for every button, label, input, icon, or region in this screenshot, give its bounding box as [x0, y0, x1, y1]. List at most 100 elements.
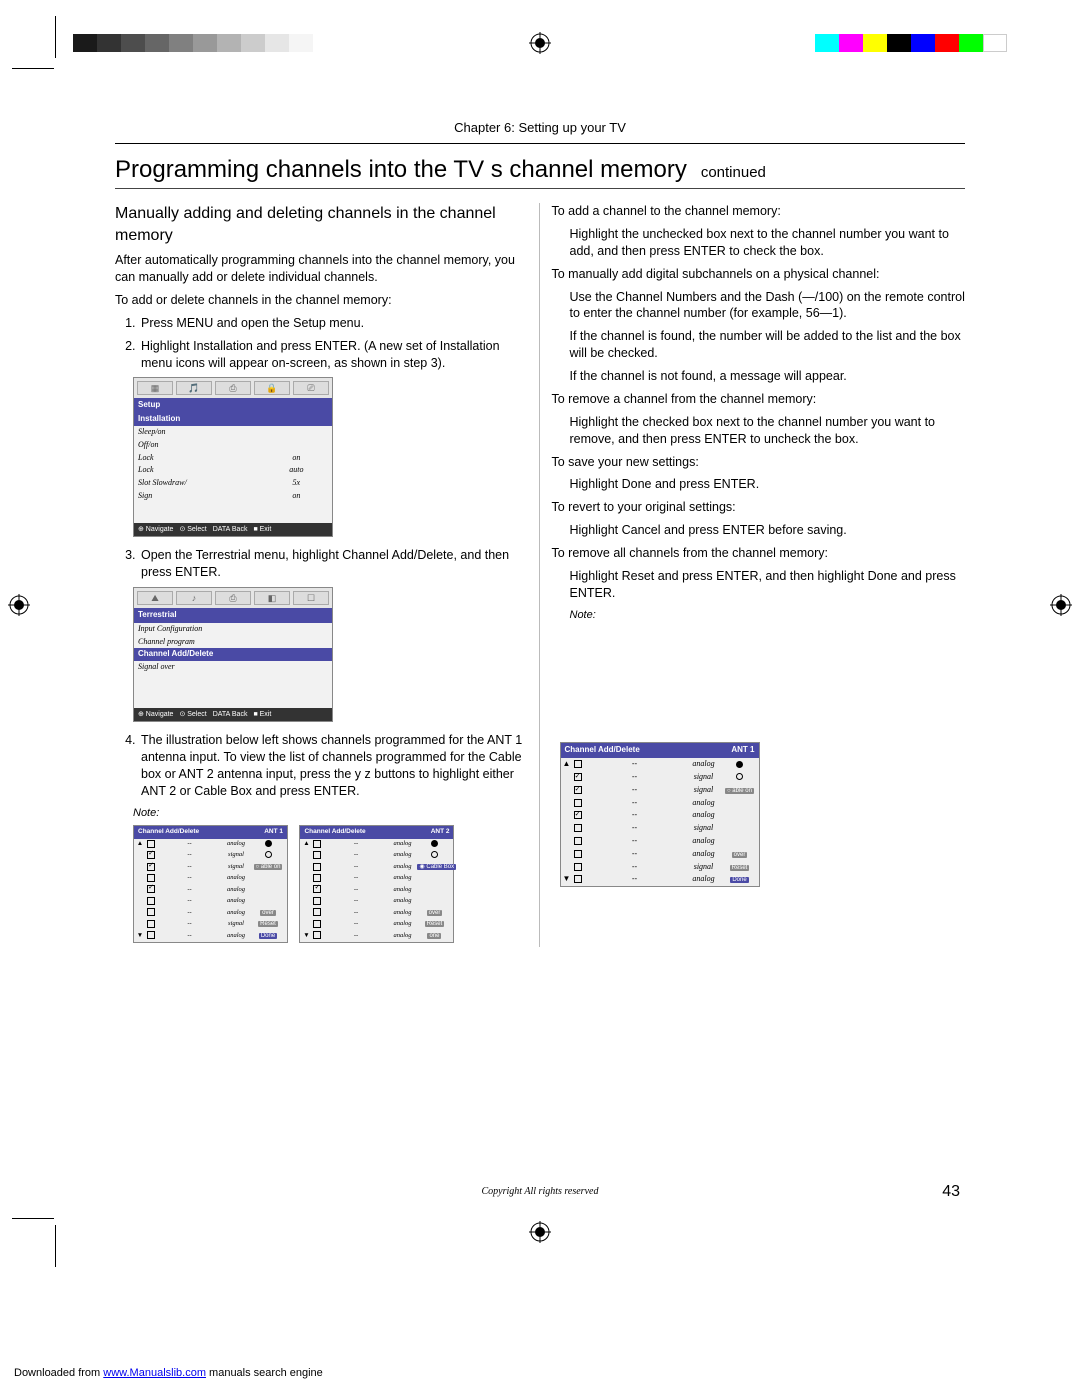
table-row: --analogover — [561, 848, 759, 861]
right-column: To add a channel to the channel memory: … — [552, 203, 966, 947]
setup-menu-screenshot: ▦🎵⎙🔒⎚ Setup InstallationSleep/onOff/on Lo… — [133, 377, 333, 537]
table-row: --signalReset — [561, 861, 759, 874]
paragraph: Highlight the unchecked box next to the … — [552, 226, 966, 260]
menu-row: Off/on — [134, 439, 332, 452]
registration-mark-icon — [1050, 594, 1072, 616]
copyright-text: Copyright All rights reserved — [0, 1186, 1080, 1197]
table-row: --analog — [561, 809, 759, 822]
menu-row: Installation — [134, 413, 332, 426]
channel-table-ant2: Channel Add/DeleteANT 2 ▲--analog--analo… — [299, 825, 454, 943]
menu-header: Setup — [134, 398, 332, 413]
step-item: Open the Terrestrial menu, highlight Cha… — [139, 547, 529, 581]
registration-mark-icon — [8, 594, 30, 616]
crop-mark — [12, 1218, 54, 1219]
paragraph: To remove a channel from the channel mem… — [552, 391, 966, 408]
table-row: --analog — [300, 884, 453, 895]
table-row: --analog — [300, 850, 453, 861]
page-number: 43 — [942, 1183, 960, 1201]
menu-row: Signal over — [134, 661, 332, 674]
table-row: --analog◉ Cable Box — [300, 862, 453, 873]
step-item: Highlight Installation and press ENTER. … — [139, 338, 529, 372]
paragraph: Highlight Reset and press ENTER, and the… — [552, 568, 966, 602]
channel-table-big: Channel Add/DeleteANT 1 ▲--analog--signa… — [560, 742, 760, 887]
registration-mark-icon — [529, 32, 551, 54]
menu-row: Sleep/on — [134, 426, 332, 439]
menu-row: Slot Slowdraw/5x — [134, 477, 332, 490]
table-row: --signal○ able on — [134, 862, 287, 873]
table-row: --analog — [561, 797, 759, 810]
table-row: --signal○ able on — [561, 784, 759, 797]
table-row: ▲--analog — [134, 839, 287, 850]
tab-icon: ⎙ — [215, 381, 251, 395]
crop-mark — [12, 68, 54, 69]
table-row: --analog — [134, 896, 287, 907]
paragraph: Use the Channel Numbers and the Dash (—/… — [552, 289, 966, 323]
menu-footer: ⊕ Navigate⊙ SelectDATA Back■ Exit — [134, 523, 332, 536]
download-source: Downloaded from www.Manualslib.com manua… — [14, 1367, 323, 1379]
color-calibration-bar-grayscale — [73, 34, 313, 52]
paragraph: Highlight Done and press ENTER. — [552, 476, 966, 493]
table-row: --analogover — [300, 907, 453, 918]
tab-icon: ⎙ — [215, 591, 251, 605]
divider — [115, 188, 965, 189]
paragraph: If the channel is not found, a message w… — [552, 368, 966, 385]
tab-icon: ☐ — [293, 591, 329, 605]
section-heading: Manually adding and deleting channels in… — [115, 203, 529, 246]
table-row: ▲--analog — [561, 758, 759, 771]
table-row: --analog — [300, 896, 453, 907]
paragraph: To add or delete channels in the channel… — [115, 292, 529, 309]
channel-table-ant1: Channel Add/DeleteANT 1 ▲--analog--signa… — [133, 825, 288, 943]
table-row: ▼--analogDone — [134, 930, 287, 941]
menu-header: Terrestrial — [134, 608, 332, 623]
paragraph: To remove all channels from the channel … — [552, 545, 966, 562]
terrestrial-menu-screenshot: ⛰♪⎙◧☐ Terrestrial Input ConfigurationCha… — [133, 587, 333, 722]
table-row: ▼--analogone — [300, 930, 453, 941]
tab-icon: ⎚ — [293, 381, 329, 395]
tab-icon: ▦ — [137, 381, 173, 395]
paragraph: To add a channel to the channel memory: — [552, 203, 966, 220]
tab-icon: ♪ — [176, 591, 212, 605]
table-row: --analog — [134, 884, 287, 895]
paragraph: After automatically programming channels… — [115, 252, 529, 286]
crop-mark — [55, 16, 56, 58]
table-row: --signalReset — [134, 919, 287, 930]
step-item: Press MENU and open the Setup menu. — [139, 315, 529, 332]
table-row: --analog — [134, 873, 287, 884]
table-row: --signal — [561, 771, 759, 784]
menu-row: Channel program — [134, 636, 332, 649]
paragraph: If the channel is found, the number will… — [552, 328, 966, 362]
paragraph: To save your new settings: — [552, 454, 966, 471]
table-row: --analogover — [134, 907, 287, 918]
table-row: --signal — [134, 850, 287, 861]
table-row: --signal — [561, 822, 759, 835]
menu-row: Signon — [134, 490, 332, 503]
note-label: Note: — [115, 806, 529, 821]
table-row: --analog — [300, 873, 453, 884]
table-row: --analogReset — [300, 919, 453, 930]
tab-icon: ◧ — [254, 591, 290, 605]
page-title: Programming channels into the TV s chann… — [115, 156, 965, 184]
manualslib-link[interactable]: www.Manualslib.com — [103, 1367, 206, 1379]
step-item: The illustration below left shows channe… — [139, 732, 529, 800]
registration-mark-icon — [529, 1221, 551, 1243]
table-row: ▼--analogDone — [561, 873, 759, 886]
menu-row: Lockauto — [134, 464, 332, 477]
paragraph: To manually add digital subchannels on a… — [552, 266, 966, 283]
menu-row: Channel Add/Delete — [134, 648, 332, 661]
table-row: --analog — [561, 835, 759, 848]
note-label: Note: — [552, 608, 966, 623]
paragraph: Highlight the checked box next to the ch… — [552, 414, 966, 448]
paragraph: Highlight Cancel and press ENTER before … — [552, 522, 966, 539]
table-row: ▲--analog — [300, 839, 453, 850]
tab-icon: 🎵 — [176, 381, 212, 395]
divider — [115, 143, 965, 144]
left-column: Manually adding and deleting channels in… — [115, 203, 540, 947]
color-calibration-bar-color — [815, 34, 1007, 52]
menu-row: Input Configuration — [134, 623, 332, 636]
tab-icon: ⛰ — [137, 591, 173, 605]
paragraph: To revert to your original settings: — [552, 499, 966, 516]
crop-mark — [55, 1225, 56, 1267]
chapter-label: Chapter 6: Setting up your TV — [115, 120, 965, 135]
menu-footer: ⊕ Navigate⊙ SelectDATA Back■ Exit — [134, 708, 332, 721]
tab-icon: 🔒 — [254, 381, 290, 395]
